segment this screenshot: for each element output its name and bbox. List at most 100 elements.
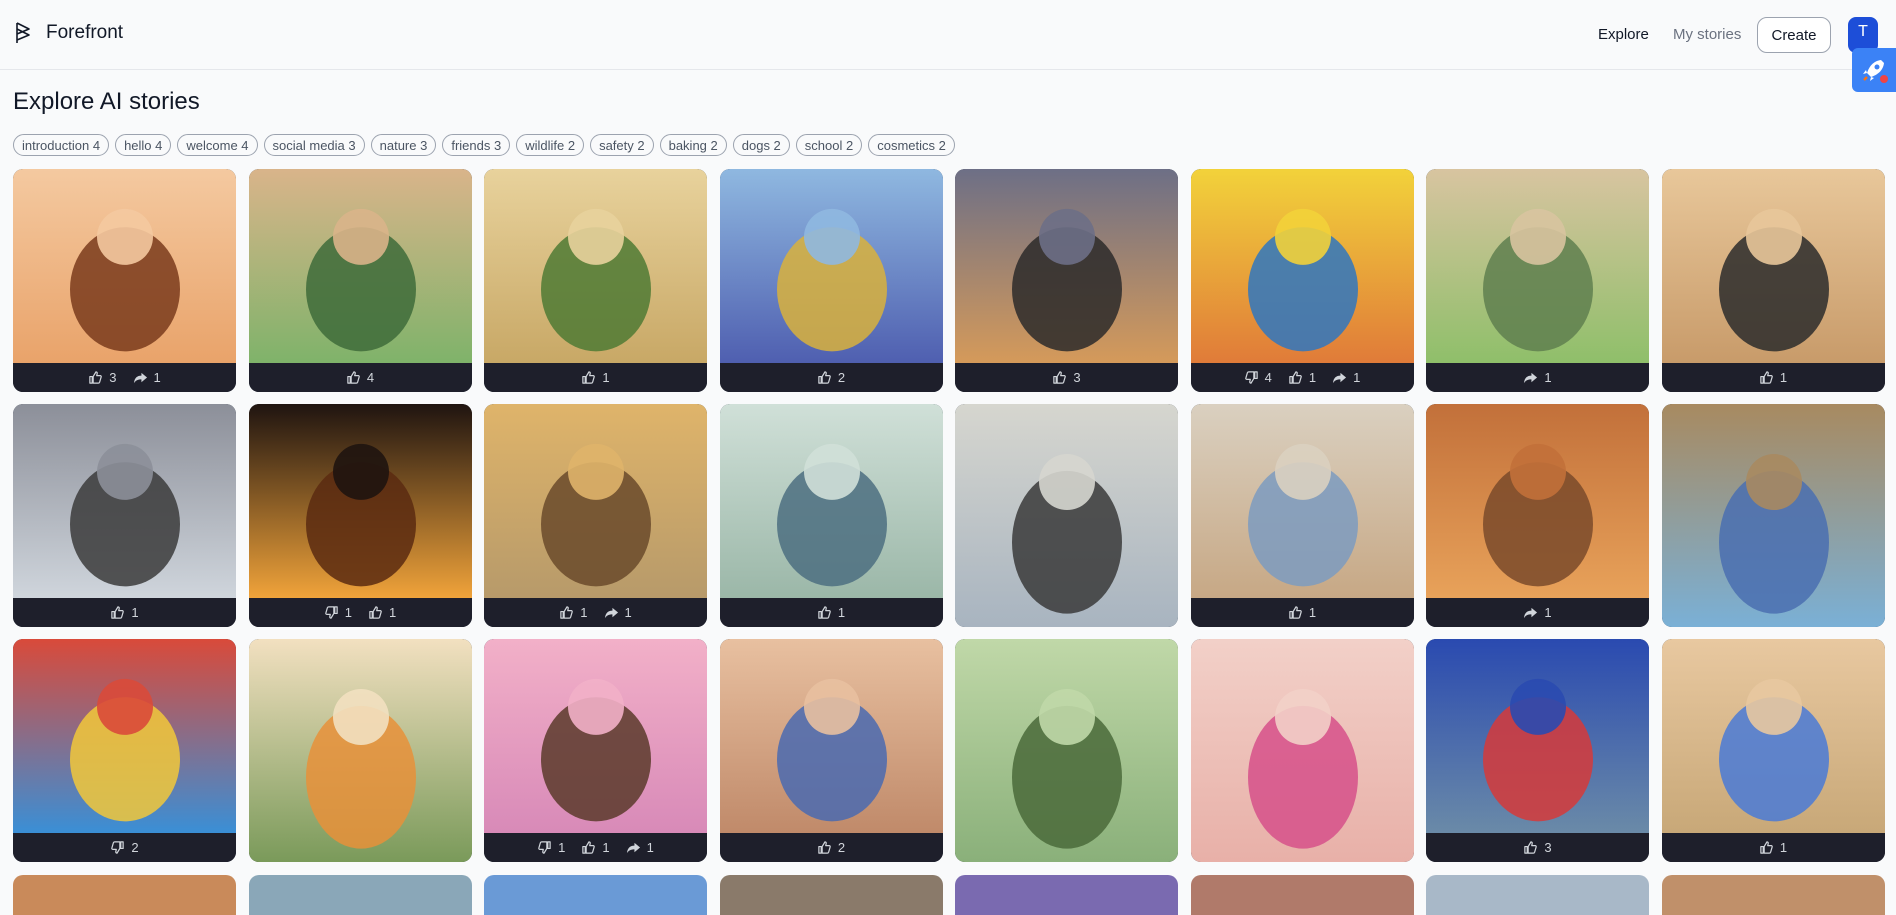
share-stat[interactable]: 1 (1523, 605, 1552, 620)
story-card[interactable] (719, 875, 943, 915)
story-stats-bar: 1 (1426, 363, 1649, 392)
story-card[interactable]: 4 1 1 (1190, 169, 1414, 392)
story-card[interactable] (955, 639, 1178, 862)
thumbs-up-stat[interactable]: 2 (817, 370, 845, 385)
thumbs-down-icon (324, 605, 339, 620)
story-card[interactable]: 1 (13, 404, 236, 627)
thumbs-up-stat[interactable]: 3 (88, 370, 117, 385)
stat-count: 1 (1544, 370, 1552, 385)
tag-chip[interactable]: cosmetics 2 (868, 134, 955, 156)
story-card[interactable] (955, 404, 1178, 627)
thumbs-up-stat[interactable]: 1 (559, 605, 588, 620)
story-card[interactable]: 2 (13, 639, 236, 862)
story-card[interactable] (248, 875, 472, 915)
create-button[interactable]: Create (1757, 17, 1831, 53)
tag-chip[interactable]: introduction 4 (13, 134, 110, 156)
story-card[interactable]: 1 (1426, 169, 1649, 392)
thumbs-up-stat[interactable]: 1 (368, 605, 396, 620)
story-card[interactable]: 1 (484, 169, 707, 392)
story-card[interactable] (1190, 639, 1414, 862)
tag-chip[interactable]: welcome 4 (177, 134, 258, 156)
thumbs-up-icon (817, 370, 832, 385)
share-icon (1523, 605, 1538, 620)
thumbs-up-icon (1052, 370, 1067, 385)
share-stat[interactable]: 1 (133, 370, 161, 385)
story-card[interactable] (1190, 875, 1414, 915)
thumbs-down-stat[interactable]: 4 (1244, 370, 1272, 385)
story-card[interactable]: 1 (1661, 639, 1885, 862)
story-card[interactable]: 3 (955, 169, 1178, 392)
thumbs-up-icon (581, 370, 596, 385)
tag-chip[interactable]: nature 3 (370, 134, 437, 156)
brand[interactable]: Forefront (14, 21, 123, 45)
share-stat[interactable]: 1 (626, 840, 654, 855)
thumbs-up-icon (1288, 605, 1303, 620)
story-card[interactable] (13, 875, 236, 915)
story-card[interactable]: 11 (248, 404, 472, 627)
story-card[interactable] (1661, 404, 1885, 627)
rocket-icon (1863, 60, 1888, 83)
stat-count: 2 (131, 840, 139, 855)
rocket-extension-button[interactable] (1852, 48, 1896, 92)
story-card[interactable]: 1 (1426, 404, 1649, 627)
story-card[interactable] (484, 875, 707, 915)
thumbs-up-icon (1759, 370, 1774, 385)
thumbs-down-stat[interactable]: 2 (110, 840, 139, 855)
share-stat[interactable]: 1 (1332, 370, 1360, 385)
tag-chip[interactable]: wildlife 2 (516, 134, 585, 156)
share-stat[interactable]: 1 (604, 605, 632, 620)
story-card[interactable]: 11 (484, 404, 707, 627)
thumbs-up-stat[interactable]: 1 (1288, 605, 1316, 620)
stat-count: 1 (580, 605, 588, 620)
story-thumbnail (955, 169, 1178, 363)
stat-count: 1 (1779, 840, 1788, 855)
thumbs-up-stat[interactable]: 1 (1288, 370, 1316, 385)
thumbs-up-stat[interactable]: 1 (581, 370, 610, 385)
tag-chip[interactable]: hello 4 (115, 134, 172, 156)
thumbs-up-stat[interactable]: 3 (1052, 370, 1081, 385)
story-card[interactable]: 2 (719, 169, 943, 392)
story-card[interactable] (955, 875, 1178, 915)
story-card[interactable]: 1 (1661, 169, 1885, 392)
thumbs-up-stat[interactable]: 1 (1759, 370, 1787, 385)
story-card[interactable] (1426, 875, 1649, 915)
stat-count: 1 (344, 605, 352, 620)
thumbs-up-stat[interactable]: 1 (1759, 840, 1787, 855)
thumbs-up-stat[interactable]: 4 (346, 370, 374, 385)
thumbs-up-stat[interactable]: 1 (817, 605, 845, 620)
thumbs-up-stat[interactable]: 1 (110, 605, 139, 620)
share-stat[interactable]: 1 (1523, 370, 1552, 385)
story-stats-bar: 3 (955, 363, 1178, 392)
story-card[interactable]: 1 1 1 (484, 639, 707, 862)
share-icon (626, 840, 641, 855)
tag-chip[interactable]: school 2 (795, 134, 863, 156)
tag-chip[interactable]: dogs 2 (732, 134, 790, 156)
nav-explore-link[interactable]: Explore (1598, 26, 1649, 43)
story-card[interactable] (248, 639, 472, 862)
nav-my-stories-link[interactable]: My stories (1673, 26, 1741, 43)
stat-count: 1 (602, 370, 610, 385)
thumbs-up-icon (110, 605, 125, 620)
story-card[interactable]: 3 (1426, 639, 1649, 862)
tag-chip[interactable]: baking 2 (659, 134, 727, 156)
story-card[interactable] (1661, 875, 1885, 915)
story-card[interactable]: 2 (719, 639, 943, 862)
story-card[interactable]: 1 (719, 404, 943, 627)
story-stats-bar: 4 1 1 (1190, 363, 1414, 392)
thumbs-up-stat[interactable]: 1 (581, 840, 610, 855)
story-thumbnail (484, 169, 707, 363)
thumbs-up-icon (88, 370, 103, 385)
thumbs-up-stat[interactable]: 2 (817, 840, 845, 855)
thumbs-down-stat[interactable]: 1 (537, 840, 565, 855)
story-card[interactable]: 1 (1190, 404, 1414, 627)
tag-chip[interactable]: friends 3 (442, 134, 511, 156)
tag-chip[interactable]: social media 3 (263, 134, 365, 156)
story-card[interactable]: 4 (248, 169, 472, 392)
stat-count: 1 (389, 605, 397, 620)
brand-name: Forefront (46, 22, 124, 43)
story-card[interactable]: 31 (13, 169, 236, 392)
tag-chip[interactable]: safety 2 (590, 134, 654, 156)
thumbs-down-stat[interactable]: 1 (324, 605, 352, 620)
thumbs-up-stat[interactable]: 3 (1523, 840, 1552, 855)
story-thumbnail (13, 404, 236, 598)
